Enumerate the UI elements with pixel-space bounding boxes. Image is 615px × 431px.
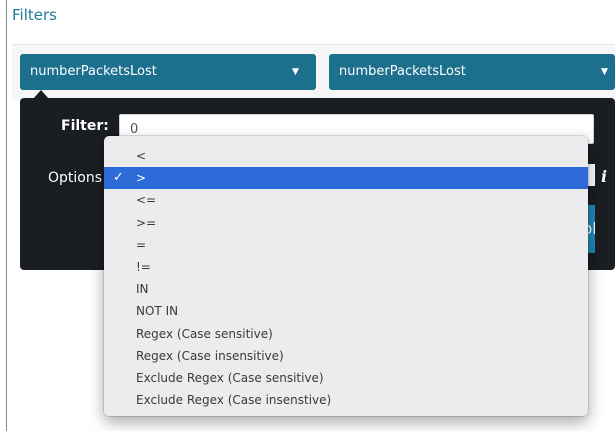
caret-down-icon: ▼ bbox=[601, 67, 608, 77]
dropdown-option-label: Exclude Regex (Case sensitive) bbox=[136, 371, 324, 385]
dropdown-option-label: Regex (Case insensitive) bbox=[136, 348, 284, 363]
dropdown-option[interactable]: Exclude Regex (Case sensitive) bbox=[104, 367, 588, 389]
dropdown-option-label: Regex (Case sensitive) bbox=[136, 326, 273, 341]
dropdown-option[interactable]: Exclude Regex (Case insenstive) bbox=[104, 389, 588, 411]
dropdown-option[interactable]: < bbox=[104, 145, 588, 167]
options-label: Options bbox=[48, 170, 103, 186]
dropdown-option-label: <= bbox=[136, 193, 157, 208]
dropdown-option-label: >= bbox=[136, 215, 157, 230]
dropdown-option[interactable]: Regex (Case sensitive) bbox=[104, 323, 588, 345]
field-select-2-value: numberPacketsLost bbox=[339, 64, 466, 79]
dropdown-option[interactable]: NOT IN bbox=[104, 300, 588, 322]
dropdown-option[interactable]: IN bbox=[104, 278, 588, 300]
dropdown-option[interactable]: >= bbox=[104, 212, 588, 234]
dropdown-option[interactable]: <= bbox=[104, 189, 588, 211]
operator-dropdown: < ✓ > <= >= = != IN NOT IN Regex (Case sensitive)… bbox=[104, 136, 588, 416]
dropdown-option-label: NOT IN bbox=[136, 304, 179, 319]
dropdown-option[interactable]: Regex (Case insensitive) bbox=[104, 345, 588, 367]
dropdown-option[interactable]: = bbox=[104, 234, 588, 256]
checkmark-icon: ✓ bbox=[113, 170, 124, 186]
dropdown-option-label: = bbox=[136, 237, 147, 252]
dropdown-option-label: > bbox=[136, 171, 147, 186]
filter-label: Filter: bbox=[61, 118, 109, 134]
field-select-1[interactable]: numberPacketsLost ▼ bbox=[20, 54, 316, 90]
dropdown-option-label: IN bbox=[136, 282, 149, 297]
dropdown-option-label: Exclude Regex (Case insenstive) bbox=[136, 393, 332, 408]
dropdown-option-label: != bbox=[136, 260, 151, 274]
dropdown-option[interactable]: != bbox=[104, 256, 588, 278]
info-icon[interactable]: i bbox=[601, 167, 607, 186]
panel-left-border bbox=[6, 0, 7, 431]
dropdown-option-label: < bbox=[136, 149, 147, 163]
field-select-2[interactable]: numberPacketsLost ▼ bbox=[329, 54, 615, 90]
caret-down-icon: ▼ bbox=[292, 67, 299, 77]
panel-title: Filters bbox=[12, 6, 57, 24]
field-select-1-value: numberPacketsLost bbox=[30, 64, 157, 79]
dropdown-option[interactable]: ✓ > bbox=[104, 167, 588, 190]
